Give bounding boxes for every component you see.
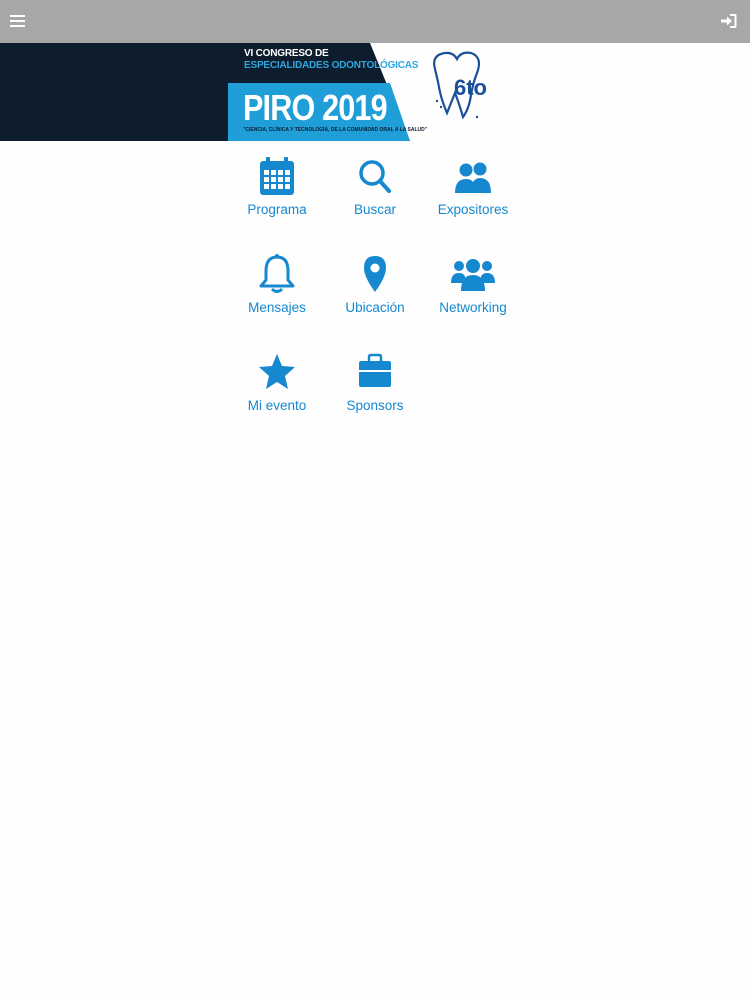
menu-item-label: Sponsors [346,398,404,413]
menu-item-mi-evento[interactable]: Mi evento [228,351,326,431]
congress-title-line2: ESPECIALIDADES ODONTOLÓGICAS [244,60,419,71]
event-banner: VI CONGRESO DE ESPECIALIDADES ODONTOLÓGI… [0,43,750,141]
congress-title-line1: VI CONGRESO DE [244,48,329,59]
menu-item-programa[interactable]: Programa [228,155,326,235]
menu-item-ubicacion[interactable]: Ubicación [326,253,424,333]
bell-icon [228,253,326,295]
menu-item-networking[interactable]: Networking [424,253,522,333]
menu-item-buscar[interactable]: Buscar [326,155,424,235]
menu-item-label: Expositores [437,202,509,217]
menu-item-sponsors[interactable]: Sponsors [326,351,424,431]
menu-item-label: Programa [247,202,307,217]
congress-logo: 6to [425,47,500,137]
menu-item-mensajes[interactable]: Mensajes [228,253,326,333]
star-icon [228,351,326,393]
event-slogan: "CIENCIA, CLÍNICA Y TECNOLOGÍA, DE LA CO… [243,127,428,133]
top-bar [0,0,750,43]
event-name: PIRO 2019 [243,87,388,128]
briefcase-icon [326,351,424,393]
menu-item-label: Mi evento [247,398,307,413]
logo-number: 6to [454,75,487,100]
search-icon [326,155,424,197]
menu-item-label: Mensajes [248,300,306,315]
menu-item-label: Buscar [353,202,397,217]
hamburger-menu-icon[interactable] [9,12,27,30]
calendar-icon [228,155,326,197]
sign-in-icon[interactable] [720,12,738,30]
menu-item-label: Ubicación [345,300,405,315]
users-icon [424,155,522,197]
map-marker-icon [326,253,424,295]
group-icon [424,253,522,295]
menu-item-expositores[interactable]: Expositores [424,155,522,235]
menu-item-label: Networking [439,300,507,315]
